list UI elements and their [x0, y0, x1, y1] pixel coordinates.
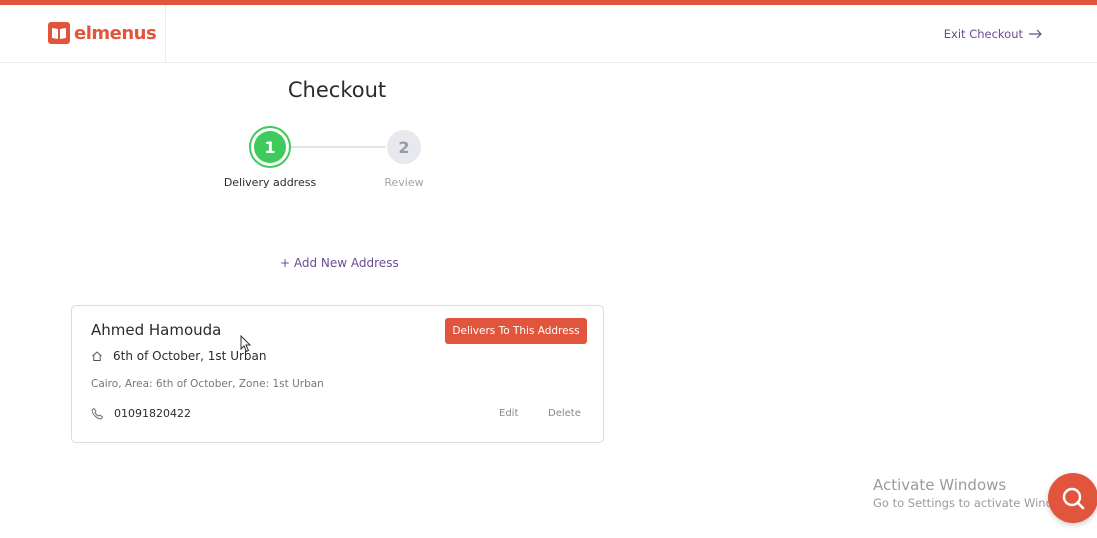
logo[interactable]: elmenus	[48, 22, 157, 44]
search-chat-icon	[1062, 487, 1085, 510]
step-1-circle: 1	[249, 126, 291, 168]
phone-row: 01091820422	[91, 407, 191, 420]
home-icon	[92, 351, 102, 361]
add-new-address-link[interactable]: + Add New Address	[280, 256, 399, 270]
deliver-to-address-button[interactable]: Delivers To This Address	[445, 318, 587, 344]
edit-address-link[interactable]: Edit	[499, 408, 518, 419]
phone-icon	[91, 407, 104, 420]
phone-number: 01091820422	[114, 407, 191, 420]
address-card[interactable]: Ahmed Hamouda Delivers To This Address 6…	[71, 305, 604, 443]
address-name: Ahmed Hamouda	[91, 321, 222, 339]
logo-cell: elmenus	[0, 5, 166, 63]
logo-book-icon	[48, 22, 70, 44]
exit-checkout-label: Exit Checkout	[943, 27, 1023, 41]
step-delivery-address[interactable]: 1 Delivery address	[210, 126, 330, 189]
address-detail: Cairo, Area: 6th of October, Zone: 1st U…	[91, 378, 324, 390]
step-2-label: Review	[384, 176, 424, 189]
step-review[interactable]: 2 Review	[344, 126, 464, 189]
delete-address-link[interactable]: Delete	[548, 408, 581, 419]
step-1-label: Delivery address	[223, 176, 317, 189]
step-1-number: 1	[254, 131, 286, 163]
exit-checkout-link[interactable]: Exit Checkout	[944, 27, 1043, 41]
page-title: Checkout	[287, 78, 387, 102]
checkout-stepper: 1 Delivery address 2 Review	[0, 126, 674, 196]
support-chat-button[interactable]	[1048, 473, 1097, 523]
arrow-right-icon	[1029, 29, 1042, 39]
logo-text: elmenus	[74, 22, 157, 44]
header: elmenus Exit Checkout	[0, 5, 1097, 63]
step-2-circle: 2	[387, 130, 421, 164]
step-2-number: 2	[398, 137, 410, 157]
mouse-cursor-icon	[240, 335, 252, 353]
